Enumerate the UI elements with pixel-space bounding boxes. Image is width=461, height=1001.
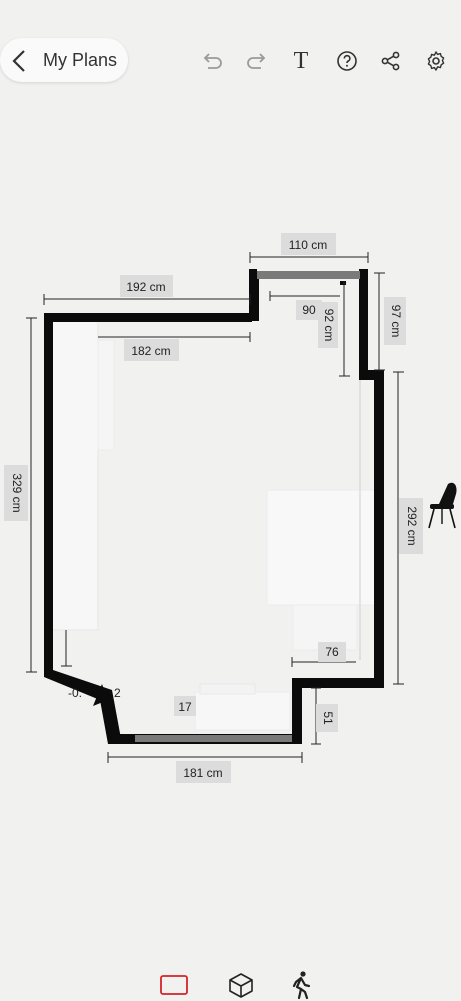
dim-top-left[interactable]: 192 cm — [126, 280, 165, 294]
shelf-furniture — [199, 683, 256, 695]
bottom-nav — [0, 960, 461, 1001]
dim-right-height[interactable]: 292 cm — [405, 506, 419, 545]
wardrobe-furniture[interactable] — [49, 319, 99, 631]
view-3d-icon — [229, 973, 253, 998]
tab-plan-2d[interactable] — [159, 970, 189, 1000]
window-bottom[interactable] — [135, 735, 292, 742]
dim-small-90[interactable]: 90 — [302, 303, 316, 317]
walk-icon — [292, 971, 311, 1000]
tab-walk[interactable] — [286, 970, 316, 1000]
plan-2d-icon — [160, 975, 188, 995]
dim-right-51[interactable]: 51 — [321, 711, 335, 725]
wardrobe-door — [97, 339, 115, 451]
tab-view-3d[interactable] — [226, 970, 256, 1000]
window-top[interactable] — [257, 271, 360, 279]
dim-height-97[interactable]: 97 cm — [389, 305, 403, 338]
dim-diagonal-label-2[interactable]: 2 — [114, 686, 121, 700]
radiator-furniture[interactable] — [194, 691, 291, 731]
dim-diagonal-label[interactable]: -0. — [68, 686, 82, 700]
dim-bottom-width[interactable]: 181 cm — [183, 766, 222, 780]
dim-partial-17[interactable]: 17 — [178, 700, 192, 714]
dim-top-right[interactable]: 110 cm — [289, 238, 327, 252]
dim-right-76[interactable]: 76 — [325, 645, 339, 659]
dim-left-height[interactable]: 329 cm — [10, 473, 24, 512]
chair-icon[interactable] — [428, 482, 457, 529]
floor-plan-canvas[interactable]: 110 cm 192 cm 182 cm 329 cm 292 cm 90 92… — [0, 0, 461, 960]
dim-inner-top[interactable]: 182 cm — [131, 344, 170, 358]
dim-height-92[interactable]: 92 cm — [322, 309, 336, 342]
